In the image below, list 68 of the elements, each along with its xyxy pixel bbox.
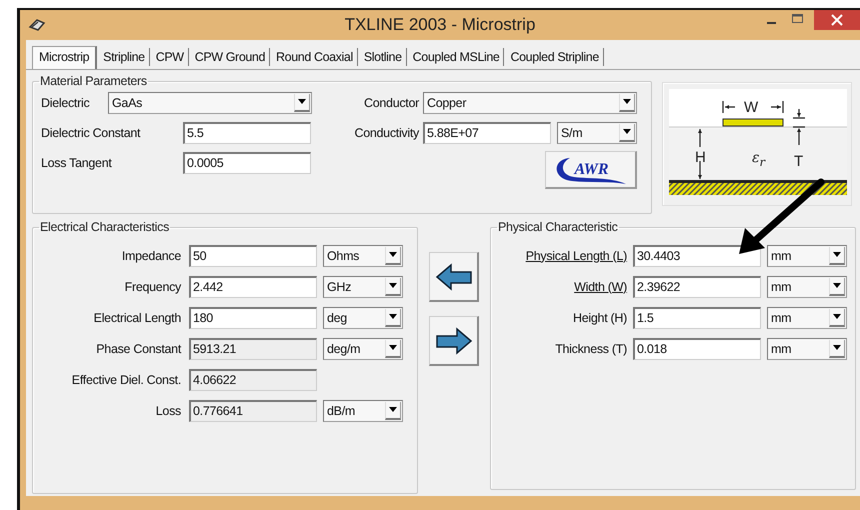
field-label: Loss Tangent bbox=[41, 156, 113, 170]
input-field[interactable]: 5913.21 bbox=[189, 338, 317, 360]
unit-dropdown[interactable]: mm bbox=[767, 306, 847, 328]
dropdown[interactable]: Copper bbox=[423, 92, 637, 114]
input-field[interactable]: 5.88E+07 bbox=[423, 122, 551, 144]
dropdown-arrow-icon bbox=[389, 345, 397, 350]
group-title: Material Parameters bbox=[39, 74, 148, 88]
unit-dropdown[interactable]: deg bbox=[323, 306, 403, 328]
dropdown-arrow-icon bbox=[833, 283, 841, 288]
diagram-label: ε$_{r}$ bbox=[752, 151, 766, 168]
tab[interactable]: Microstrip bbox=[32, 46, 98, 69]
unit-dropdown[interactable]: deg/m bbox=[323, 338, 403, 360]
field-label: Loss bbox=[154, 404, 182, 418]
close-icon[interactable] bbox=[814, 10, 860, 30]
diagram-label: H bbox=[695, 150, 706, 165]
input-field[interactable]: 5.5 bbox=[183, 122, 311, 144]
unit-dropdown[interactable]: GHz bbox=[323, 276, 403, 298]
dropdown-arrow-icon bbox=[623, 99, 631, 104]
dropdown-arrow-icon bbox=[298, 99, 306, 104]
field-label: Effective Diel. Const. bbox=[70, 372, 182, 386]
field-label: Thickness (T) bbox=[554, 342, 628, 356]
dropdown-arrow-icon bbox=[833, 345, 841, 350]
input-field[interactable]: 0.776641 bbox=[189, 400, 317, 422]
diagram-label: W bbox=[744, 100, 758, 115]
dropdown-arrow-icon bbox=[389, 252, 397, 257]
unit-dropdown[interactable]: mm bbox=[767, 338, 847, 360]
dropdown-arrow-icon bbox=[389, 283, 397, 288]
synthesize-button[interactable] bbox=[429, 252, 479, 302]
window-title: TXLINE 2003 - Microstrip bbox=[344, 15, 536, 35]
dropdown[interactable]: GaAs bbox=[108, 92, 312, 114]
input-field[interactable]: 2.442 bbox=[189, 276, 317, 298]
dropdown-arrow-icon bbox=[833, 252, 841, 257]
input-field[interactable]: 4.06622 bbox=[189, 368, 317, 390]
input-field[interactable]: 180 bbox=[189, 306, 317, 328]
unit-dropdown[interactable]: S/m bbox=[557, 122, 637, 144]
app-icon bbox=[28, 18, 46, 32]
group-title: Electrical Characteristics bbox=[39, 220, 170, 234]
dropdown-arrow-icon bbox=[389, 407, 397, 412]
field-label: Electrical Length bbox=[92, 310, 182, 324]
field-label: Impedance bbox=[120, 248, 182, 262]
field-label: Height (H) bbox=[572, 310, 628, 324]
analyze-button[interactable] bbox=[429, 316, 479, 366]
left-arrow-icon bbox=[434, 262, 472, 292]
input-field[interactable]: 50 bbox=[189, 244, 317, 266]
field-label: Phase Constant bbox=[95, 342, 182, 356]
field-label: Physical Length (L) bbox=[524, 248, 628, 262]
unit-dropdown[interactable]: mm bbox=[767, 276, 847, 298]
dropdown-arrow-icon bbox=[389, 314, 397, 319]
input-field[interactable]: 30.4403 bbox=[633, 244, 761, 266]
diagram-label: T bbox=[794, 154, 804, 169]
unit-dropdown[interactable]: mm bbox=[767, 244, 847, 266]
field-label: Width (W) bbox=[573, 280, 628, 294]
field-label: Conductivity bbox=[354, 126, 420, 140]
input-field[interactable]: 0.018 bbox=[633, 338, 761, 360]
field-label: Dielectric Constant bbox=[41, 126, 142, 140]
field-label: Conductor bbox=[363, 96, 420, 110]
unit-dropdown[interactable]: Ohms bbox=[323, 244, 403, 266]
unit-dropdown[interactable]: dB/m bbox=[323, 400, 403, 422]
field-label: Frequency bbox=[124, 280, 182, 294]
dropdown-arrow-icon bbox=[833, 314, 841, 319]
right-arrow-icon bbox=[434, 326, 472, 356]
logo-button[interactable]: AWR bbox=[545, 151, 637, 189]
input-field[interactable]: 0.0005 bbox=[183, 152, 311, 174]
group-title: Physical Characteristic bbox=[497, 220, 619, 234]
field-label: Dielectric bbox=[41, 96, 90, 110]
input-field[interactable]: 2.39622 bbox=[633, 276, 761, 298]
input-field[interactable]: 1.5 bbox=[633, 306, 761, 328]
dropdown-arrow-icon bbox=[623, 129, 631, 134]
